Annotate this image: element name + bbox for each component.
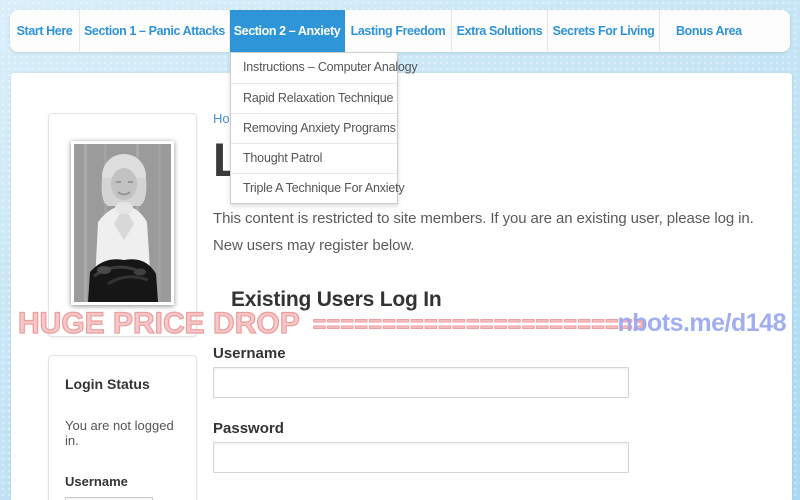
restricted-content-notice: This content is restricted to site membe… (213, 209, 754, 254)
login-status-text: You are not logged in. (65, 418, 174, 448)
menu-item-thought-patrol[interactable]: Thought Patrol (231, 143, 397, 173)
nav-item-secrets-for-living[interactable]: Secrets For Living (548, 10, 660, 52)
menu-item-rapid-relaxation-technique[interactable]: Rapid Relaxation Technique (231, 83, 397, 113)
nav-item-section-2-anxiety[interactable]: Section 2 – Anxiety (230, 10, 345, 52)
nav-item-lasting-freedom[interactable]: Lasting Freedom (345, 10, 452, 52)
username-label: Username (213, 344, 286, 362)
portrait-photo (71, 141, 174, 305)
menu-item-removing-anxiety-programs[interactable]: Removing Anxiety Programs (231, 113, 397, 143)
nav-item-extra-solutions[interactable]: Extra Solutions (452, 10, 548, 52)
menu-item-triple-a-technique[interactable]: Triple A Technique For Anxiety (231, 173, 405, 203)
login-status-widget: Login Status You are not logged in. User… (48, 355, 197, 500)
section-2-anxiety-dropdown-menu: Instructions – Computer Analogy Rapid Re… (230, 52, 418, 204)
menu-item-instructions-computer-analogy[interactable]: Instructions – Computer Analogy (231, 53, 418, 83)
main-navbar: Start Here Section 1 – Panic Attacks Sec… (10, 10, 790, 52)
sidebar-photo-card (48, 113, 197, 337)
sidebar-username-label: Username (65, 474, 128, 489)
username-input[interactable] (213, 366, 629, 398)
nav-item-section-1-panic-attacks[interactable]: Section 1 – Panic Attacks (80, 10, 230, 52)
login-status-heading: Login Status (65, 376, 150, 392)
password-label: Password (213, 419, 284, 437)
nav-item-bonus-area[interactable]: Bonus Area (660, 10, 790, 52)
existing-users-login-heading: Existing Users Log In (231, 287, 442, 311)
password-input[interactable] (213, 441, 629, 473)
nav-item-start-here[interactable]: Start Here (10, 10, 80, 52)
